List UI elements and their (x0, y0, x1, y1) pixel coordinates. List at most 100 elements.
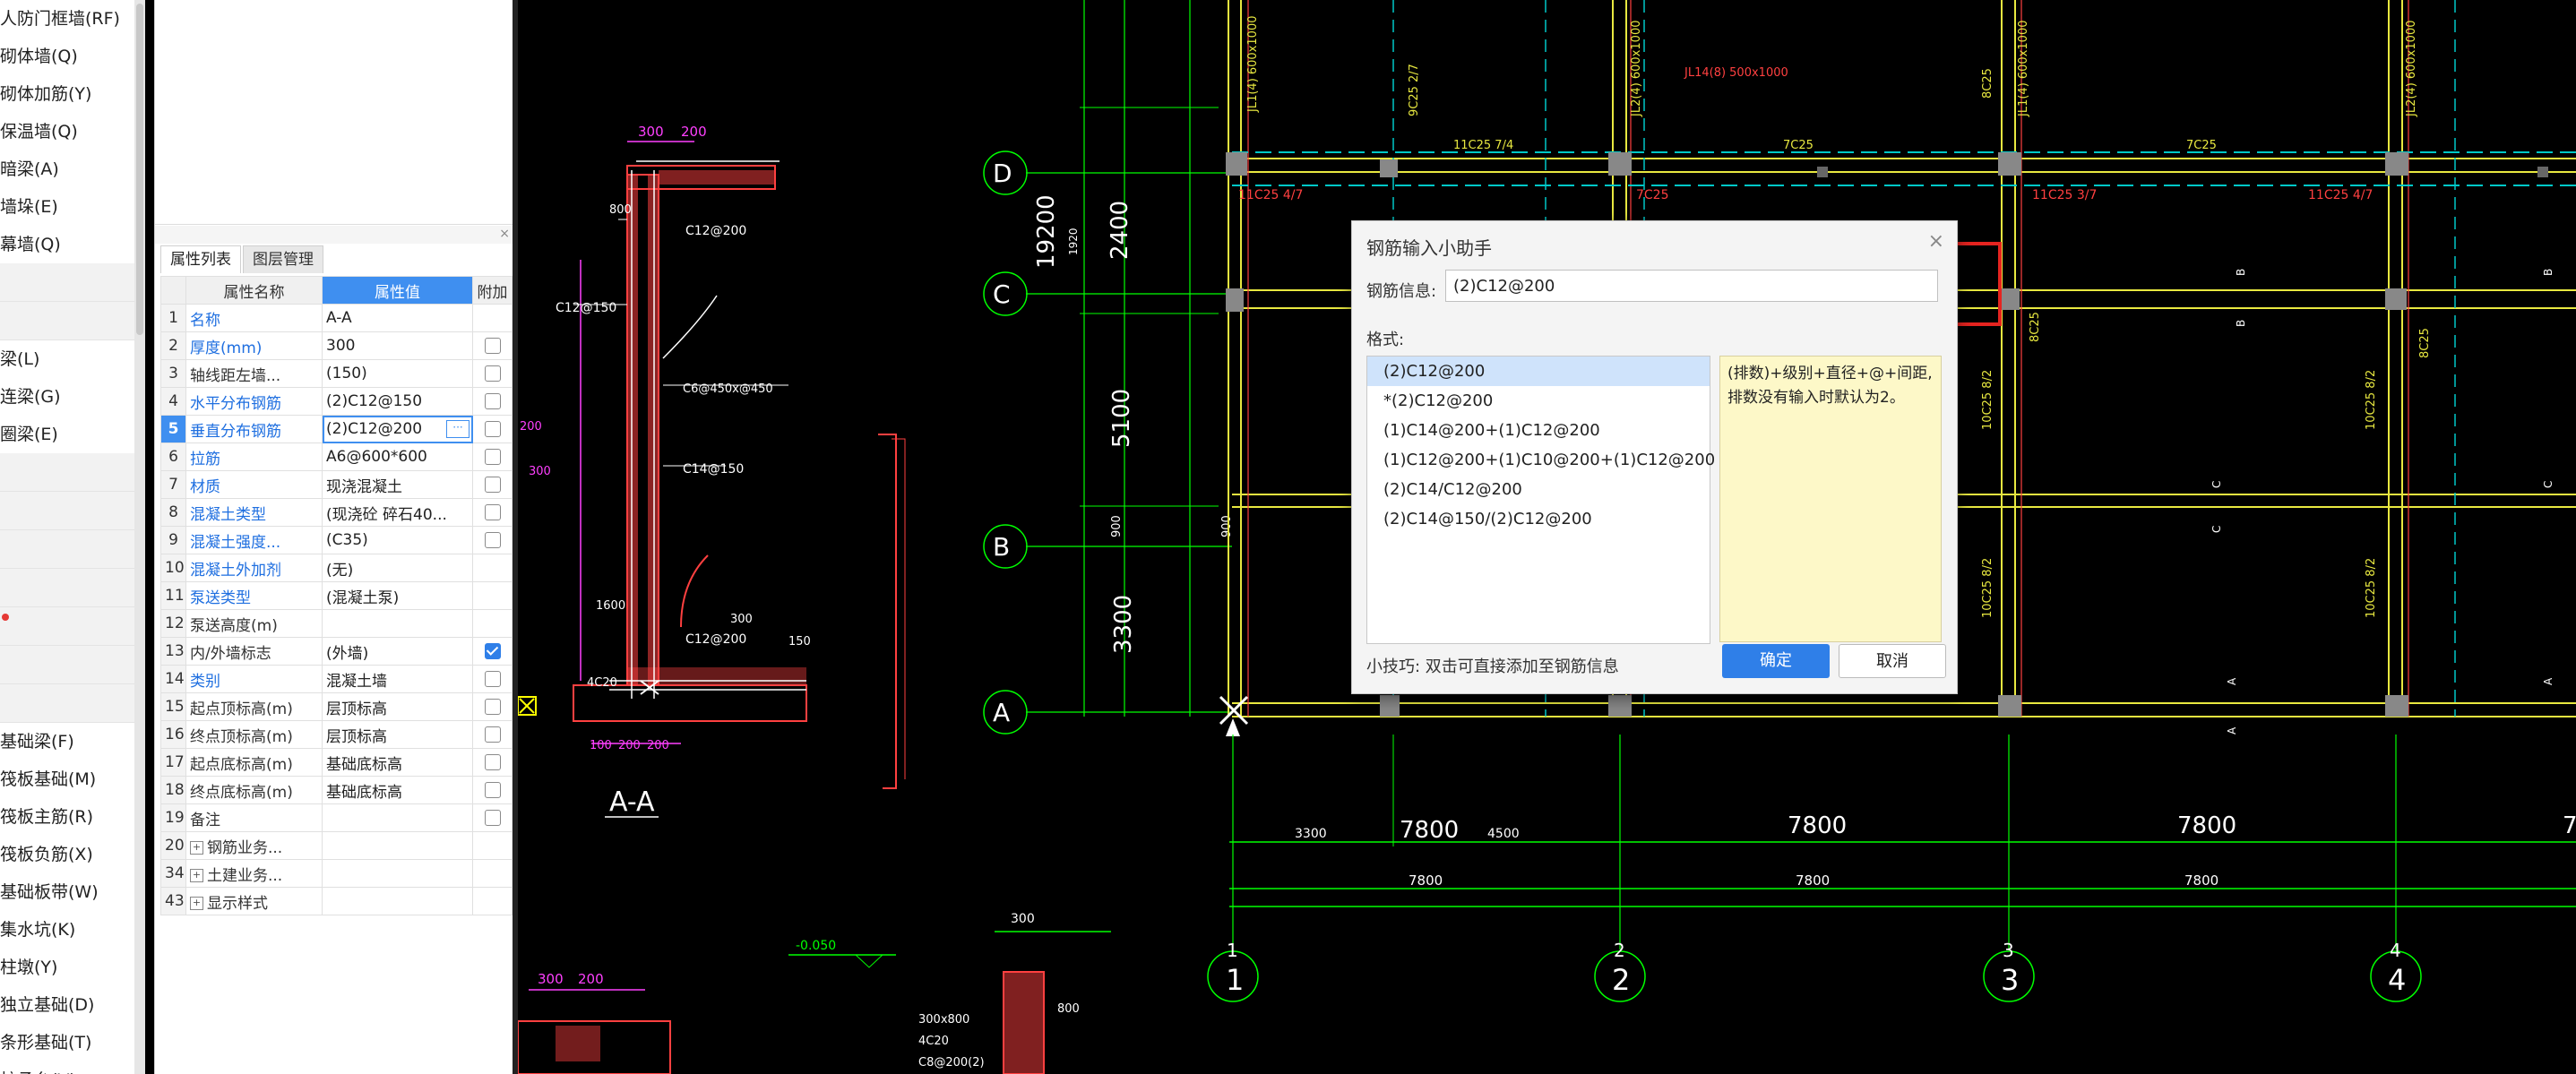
nav-item-beam[interactable]: 梁(L) (0, 340, 143, 378)
expand-icon[interactable]: + (190, 869, 203, 882)
attach-checkbox[interactable] (484, 338, 501, 354)
property-row[interactable]: 11 泵送类型 (混凝土泵) (160, 581, 513, 610)
property-row[interactable]: 7 材质 现浇混凝土 (160, 470, 513, 499)
tab-layer-manager[interactable]: 图层管理 (243, 245, 323, 273)
attach-checkbox[interactable] (484, 643, 501, 659)
panel-splitter[interactable] (155, 226, 513, 244)
property-value[interactable] (322, 609, 473, 638)
format-item[interactable]: (2)C14@150/(2)C12@200 (1367, 504, 1710, 534)
attach-checkbox[interactable] (484, 477, 501, 493)
property-row[interactable]: 10 混凝土外加剂 (无) (160, 554, 513, 582)
property-value[interactable] (322, 831, 473, 860)
nav-item-hidden-beam[interactable]: 暗梁(A) (0, 150, 143, 188)
property-value[interactable]: 现浇混凝土 (322, 470, 473, 499)
nav-group-header[interactable] (0, 302, 143, 340)
property-row[interactable]: 5 垂直分布钢筋 (2)C12@200 ··· (160, 415, 513, 443)
expand-icon[interactable]: + (190, 897, 203, 910)
property-value[interactable] (322, 859, 473, 888)
attach-checkbox[interactable] (484, 504, 501, 520)
nav-item-masonry-wall[interactable]: 砌体墙(Q) (0, 38, 143, 75)
header-extra[interactable]: 附加 (472, 276, 513, 305)
property-row[interactable]: 34 + 土建业务... (160, 859, 513, 888)
nav-item-insulation-wall[interactable]: 保温墙(Q) (0, 113, 143, 150)
format-item[interactable]: (1)C12@200+(1)C10@200+(1)C12@200 (1367, 445, 1715, 475)
nav-item-curtain-wall[interactable]: 幕墙(Q) (0, 226, 143, 263)
attach-checkbox[interactable] (484, 421, 501, 437)
ok-button[interactable]: 确定 (1722, 644, 1830, 678)
attach-checkbox[interactable] (484, 365, 501, 382)
property-value[interactable]: 基础底标高 (322, 776, 473, 804)
nav-item-raft-foundation[interactable]: 筏板基础(M) (0, 760, 143, 798)
property-row[interactable]: 13 内/外墙标志 (外墙) (160, 637, 513, 666)
property-row[interactable]: 17 起点底标高(m) 基础底标高 (160, 748, 513, 777)
format-list[interactable]: (2)C12@200 *(2)C12@200 (1)C14@200+(1)C12… (1366, 356, 1715, 644)
property-value-editing[interactable]: (2)C12@200 ··· (322, 415, 473, 443)
attach-checkbox[interactable] (484, 393, 501, 409)
property-row[interactable]: 2 厚度(mm) 300 (160, 331, 513, 360)
attach-checkbox[interactable] (484, 449, 501, 465)
property-value[interactable]: 基础底标高 (322, 748, 473, 777)
nav-item-pile-cap[interactable]: 桩承台(V) (0, 1061, 143, 1074)
close-icon[interactable]: × (1928, 230, 1944, 253)
property-value[interactable]: (无) (322, 554, 473, 582)
tab-property-list[interactable]: 属性列表 (160, 245, 241, 273)
nav-item-sump-pit[interactable]: 集水坑(K) (0, 911, 143, 949)
expand-icon[interactable]: + (190, 841, 203, 855)
property-row[interactable]: 18 终点底标高(m) 基础底标高 (160, 776, 513, 804)
property-row[interactable]: 4 水平分布钢筋 (2)C12@150 (160, 387, 513, 416)
nav-item-foundation-strip[interactable]: 基础板带(W) (0, 873, 143, 911)
property-value[interactable]: A-A (322, 304, 473, 332)
property-value[interactable]: (150) (322, 359, 473, 388)
property-row[interactable]: 8 混凝土类型 (现浇砼 碎石40... (160, 498, 513, 527)
cancel-button[interactable]: 取消 (1839, 644, 1946, 678)
property-row[interactable]: 3 轴线距左墙... (150) (160, 359, 513, 388)
property-value[interactable]: (混凝土泵) (322, 581, 473, 610)
format-item[interactable]: (2)C12@200 (1367, 357, 1710, 386)
attach-checkbox[interactable] (484, 810, 501, 826)
nav-item-wall-pier[interactable]: 墙垛(E) (0, 188, 143, 226)
property-row[interactable]: 43 + 显示样式 (160, 887, 513, 915)
header-property-value[interactable]: 属性值 (322, 276, 473, 305)
property-value[interactable]: A6@600*600 (322, 442, 473, 471)
more-options-icon[interactable]: ··· (446, 420, 470, 438)
property-row[interactable]: 1 名称 A-A (160, 304, 513, 332)
property-row[interactable]: 20 + 钢筋业务... (160, 831, 513, 860)
nav-item-ring-beam[interactable]: 圈梁(E) (0, 416, 143, 453)
rebar-info-input[interactable]: (2)C12@200 (1445, 270, 1938, 302)
format-item[interactable]: *(2)C12@200 (1367, 386, 1710, 416)
nav-item-raft-main-rebar[interactable]: 筏板主筋(R) (0, 798, 143, 836)
nav-item-strip-footing[interactable]: 条形基础(T) (0, 1024, 143, 1061)
property-value[interactable] (322, 887, 473, 915)
nav-group-header-active[interactable] (0, 607, 143, 646)
nav-item-foundation-beam[interactable]: 基础梁(F) (0, 723, 143, 760)
property-value[interactable]: 300 (322, 331, 473, 360)
property-row[interactable]: 14 类别 混凝土墙 (160, 665, 513, 693)
nav-group-header[interactable] (0, 530, 143, 569)
nav-group-header[interactable] (0, 684, 143, 723)
property-row[interactable]: 6 拉筋 A6@600*600 (160, 442, 513, 471)
nav-item-masonry-reinforcement[interactable]: 砌体加筋(Y) (0, 75, 143, 113)
property-row[interactable]: 15 起点顶标高(m) 层顶标高 (160, 692, 513, 721)
attach-checkbox[interactable] (484, 532, 501, 548)
property-value[interactable] (322, 803, 473, 832)
close-icon[interactable]: × (499, 227, 510, 241)
nav-group-header[interactable] (0, 569, 143, 607)
nav-scrollbar-thumb[interactable] (136, 4, 143, 335)
property-row[interactable]: 19 备注 (160, 803, 513, 832)
attach-checkbox[interactable] (484, 726, 501, 743)
header-property-name[interactable]: 属性名称 (185, 276, 323, 305)
property-value[interactable]: (现浇砼 碎石40... (322, 498, 473, 527)
nav-group-header[interactable] (0, 263, 143, 302)
nav-item-column-pier[interactable]: 柱墩(Y) (0, 949, 143, 986)
property-value[interactable]: 层顶标高 (322, 720, 473, 749)
attach-checkbox[interactable] (484, 671, 501, 687)
format-item[interactable]: (1)C14@200+(1)C12@200 (1367, 416, 1710, 445)
property-value[interactable]: (C35) (322, 526, 473, 554)
format-item[interactable]: (2)C14/C12@200 (1367, 475, 1710, 504)
nav-item-civil-defense-frame-wall[interactable]: 人防门框墙(RF) (0, 0, 143, 38)
property-row[interactable]: 12 泵送高度(m) (160, 609, 513, 638)
attach-checkbox[interactable] (484, 699, 501, 715)
nav-item-isolated-footing[interactable]: 独立基础(D) (0, 986, 143, 1024)
nav-item-raft-negative-rebar[interactable]: 筏板负筋(X) (0, 836, 143, 873)
property-value[interactable]: (外墙) (322, 637, 473, 666)
